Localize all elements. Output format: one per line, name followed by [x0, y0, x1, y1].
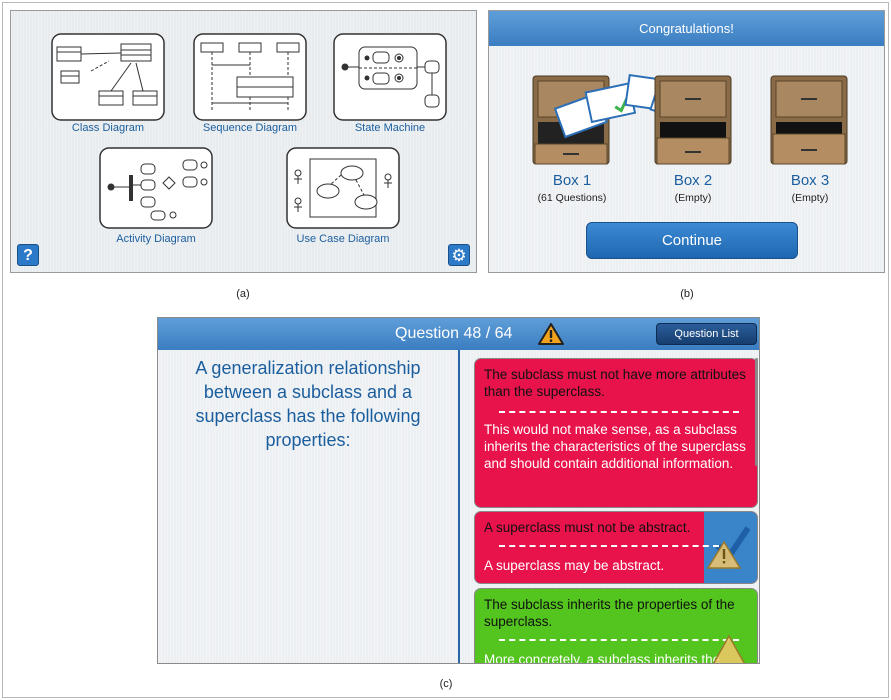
state-machine-icon — [333, 33, 447, 121]
question-header: Question 48 / 64 Question List — [158, 318, 759, 350]
answer-2-statement: A superclass must not be abstract. — [484, 520, 691, 535]
answer-1-statement: The subclass must not have more attribut… — [484, 367, 746, 399]
answer-2-separator — [499, 545, 719, 547]
sequence-diagram-icon — [193, 33, 307, 121]
state-machine-label: State Machine — [354, 122, 426, 134]
question-counter: Question 48 / 64 — [395, 325, 513, 342]
warning-icon[interactable] — [538, 323, 564, 345]
answer-1-separator — [499, 411, 739, 413]
box-3-subtitle: (Empty) — [791, 192, 829, 204]
sequence-diagram-label: Sequence Diagram — [202, 122, 298, 134]
answer-2-explanation: A superclass may be abstract. — [484, 558, 665, 573]
use-case-diagram-icon — [286, 147, 400, 229]
box-2-title: Box 2 — [673, 172, 713, 189]
question-screen: Question 48 / 64 Question List A general… — [157, 317, 760, 664]
settings-button[interactable]: ⚙ — [448, 244, 470, 266]
answer-3-explanation: More concretely, a subclass inherits the — [484, 652, 721, 664]
answer-option-1[interactable]: The subclass must not have more attribut… — [474, 358, 758, 508]
box-2-subtitle: (Empty) — [674, 192, 712, 204]
box-1-title: Box 1 — [552, 172, 592, 189]
diagram-menu-screen: Class Diagram Sequence Diagram State Mac… — [10, 10, 477, 273]
answer-option-3[interactable]: The subclass inherits the properties of … — [474, 588, 758, 664]
column-divider — [458, 350, 460, 663]
question-list-button[interactable]: Question List — [656, 323, 757, 345]
activity-diagram-label: Activity Diagram — [116, 233, 196, 245]
class-diagram-label: Class Diagram — [71, 122, 145, 134]
continue-button[interactable]: Continue — [586, 222, 798, 259]
box-2-cabinet-icon[interactable] — [651, 74, 735, 166]
help-button[interactable]: ? — [17, 244, 39, 266]
congratulations-screen: Congratulations! Box 1 (61 Questions) Bo… — [488, 10, 885, 273]
answer-3-separator — [499, 639, 739, 641]
warning-icon — [712, 634, 746, 663]
answer-1-explanation: This would not make sense, as a subclass… — [484, 422, 746, 471]
answer-3-statement: The subclass inherits the properties of … — [484, 597, 735, 629]
question-text: A generalization relationship between a … — [195, 358, 421, 450]
box-3-title: Box 3 — [790, 172, 830, 189]
box-1-subtitle: (61 Questions) — [537, 192, 607, 204]
use-case-diagram-label: Use Case Diagram — [296, 233, 390, 245]
answers-scrollbar[interactable] — [755, 358, 758, 466]
caption-c: (c) — [439, 678, 453, 690]
congratulations-header: Congratulations! — [489, 11, 884, 46]
activity-diagram-icon — [99, 147, 213, 229]
box-3-cabinet-icon[interactable] — [767, 74, 851, 166]
caption-a: (a) — [236, 288, 250, 300]
class-diagram-icon — [51, 33, 165, 121]
gear-icon: ⚙ — [451, 246, 467, 265]
caption-b: (b) — [680, 288, 694, 300]
answer-option-2[interactable]: A superclass must not be abstract. A sup… — [474, 511, 758, 584]
